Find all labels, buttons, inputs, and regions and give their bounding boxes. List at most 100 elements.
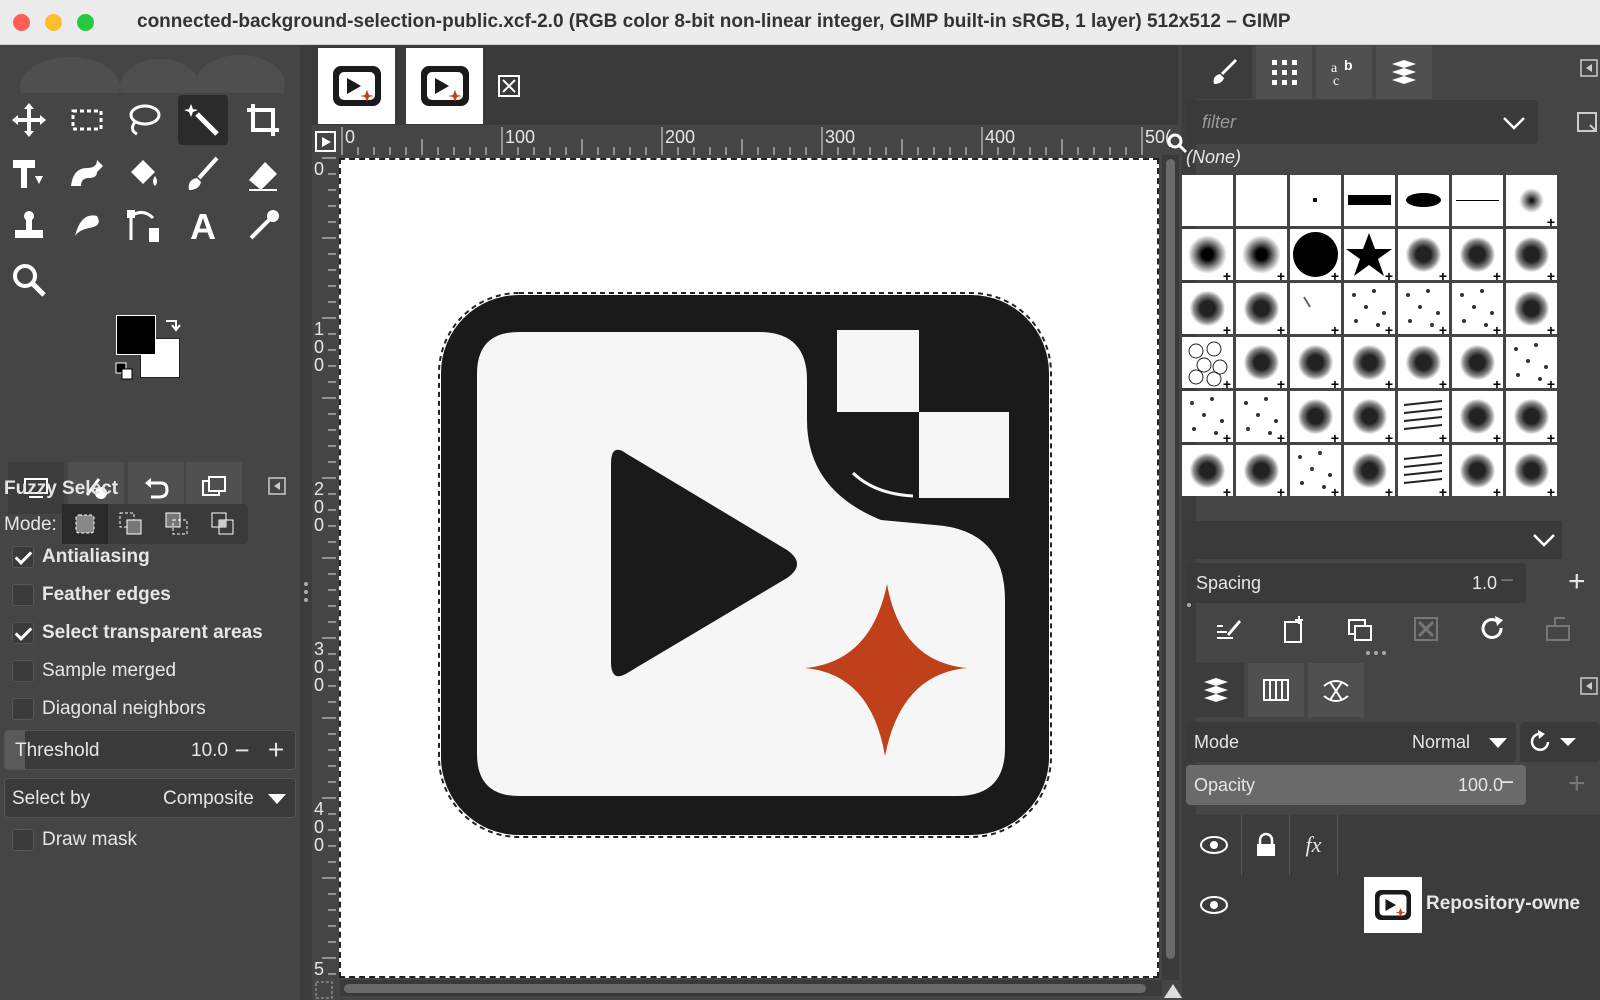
brush-swatch[interactable]: + — [1182, 445, 1233, 496]
brush-swatch[interactable]: + — [1236, 391, 1287, 442]
zoom-tool-icon[interactable] — [4, 255, 54, 305]
tab-brushes[interactable] — [1196, 45, 1252, 99]
edit-brush-icon[interactable] — [1208, 609, 1248, 649]
minimize-window-button[interactable] — [45, 14, 62, 31]
brush-swatch[interactable] — [1236, 175, 1287, 226]
panel-menu-icon[interactable] — [268, 477, 286, 495]
draw-mask-checkbox[interactable] — [12, 829, 34, 851]
mode-intersect-button[interactable] — [200, 504, 246, 544]
foreground-color-swatch[interactable] — [116, 315, 156, 355]
drag-handle-icon[interactable] — [1364, 649, 1388, 657]
select-transparent-checkbox[interactable] — [12, 622, 34, 644]
fuzzy-select-tool-icon[interactable] — [178, 95, 228, 145]
feather-edges-checkbox[interactable] — [12, 584, 34, 606]
swap-colors-icon[interactable] — [162, 315, 184, 335]
layer-visibility-icon[interactable] — [1186, 875, 1242, 935]
rectangle-select-tool-icon[interactable] — [62, 95, 112, 145]
move-tool-icon[interactable] — [4, 95, 54, 145]
select-by-dropdown[interactable]: Select by Composite — [4, 778, 296, 818]
brush-swatch[interactable]: + — [1398, 445, 1449, 496]
diagonal-neighbors-checkbox[interactable] — [12, 698, 34, 720]
crop-tool-icon[interactable] — [238, 95, 288, 145]
tab-patterns[interactable] — [1256, 45, 1312, 99]
zoom-window-button[interactable] — [77, 14, 94, 31]
threshold-spin-scale[interactable]: Threshold 10.0 − + — [4, 730, 296, 770]
image-tab-1[interactable] — [318, 48, 395, 124]
brush-swatch[interactable]: + — [1506, 337, 1557, 388]
brush-swatch[interactable]: + — [1452, 391, 1503, 442]
panel-menu-icon[interactable] — [1580, 677, 1598, 695]
warp-transform-tool-icon[interactable] — [62, 149, 112, 199]
brush-swatch[interactable]: + — [1344, 391, 1395, 442]
brush-swatch[interactable]: + — [1290, 283, 1341, 334]
brush-swatch[interactable]: + — [1182, 337, 1233, 388]
tab-layers[interactable] — [1188, 663, 1244, 717]
mode-replace-button[interactable] — [62, 504, 108, 544]
brush-swatch[interactable]: + — [1290, 337, 1341, 388]
spacing-decrease-icon[interactable]: − — [1500, 567, 1514, 595]
brush-swatch[interactable] — [1398, 175, 1449, 226]
chevron-down-icon[interactable] — [1532, 533, 1556, 547]
brush-swatch[interactable]: + — [1506, 283, 1557, 334]
text-tool-icon[interactable]: A — [178, 201, 228, 251]
brush-swatch[interactable]: + — [1344, 229, 1395, 280]
brush-swatch[interactable]: + — [1290, 391, 1341, 442]
brush-swatch[interactable]: + — [1290, 229, 1341, 280]
close-tab-icon[interactable] — [498, 75, 520, 97]
left-dock-separator[interactable] — [300, 45, 312, 1000]
brush-swatch[interactable] — [1452, 175, 1503, 226]
brush-swatch[interactable]: + — [1506, 391, 1557, 442]
free-select-tool-icon[interactable] — [118, 95, 168, 145]
layer-thumbnail[interactable] — [1364, 877, 1422, 933]
brush-swatch[interactable]: + — [1344, 337, 1395, 388]
brush-swatch[interactable]: + — [1398, 283, 1449, 334]
tab-paths[interactable] — [1308, 663, 1364, 717]
opacity-spin-scale[interactable]: Opacity 100.0 − — [1186, 765, 1526, 805]
mode-subtract-button[interactable] — [154, 504, 200, 544]
tab-document-history[interactable] — [1376, 45, 1432, 99]
refresh-brushes-icon[interactable] — [1472, 609, 1512, 649]
spacing-increase-icon[interactable]: + — [1568, 563, 1586, 601]
unified-transform-tool-icon[interactable] — [4, 149, 54, 199]
brush-swatch[interactable]: + — [1452, 445, 1503, 496]
brush-swatch[interactable] — [1290, 175, 1341, 226]
lock-icon[interactable] — [1242, 815, 1290, 875]
tag-icon[interactable] — [1576, 111, 1600, 133]
brush-swatch[interactable]: + — [1398, 391, 1449, 442]
scroll-up-arrow-icon[interactable] — [1162, 980, 1184, 1000]
brush-filter-input[interactable]: filter — [1186, 100, 1538, 144]
brush-swatch[interactable]: + — [1182, 391, 1233, 442]
eraser-tool-icon[interactable] — [238, 149, 288, 199]
navigate-icon[interactable] — [314, 980, 334, 1000]
spacing-spin-scale[interactable]: Spacing 1.0 − — [1186, 563, 1526, 603]
image-canvas[interactable] — [339, 158, 1159, 978]
new-brush-icon[interactable] — [1274, 609, 1314, 649]
zoom-image-icon[interactable] — [1166, 132, 1188, 154]
layer-row[interactable]: Repository-owne — [1186, 875, 1600, 935]
horizontal-scroll-thumb[interactable] — [344, 984, 1146, 993]
vertical-ruler[interactable]: 0 100 200 300 400 5 — [312, 152, 336, 987]
vertical-scrollbar[interactable] — [1162, 155, 1179, 980]
threshold-increase-icon[interactable]: + — [263, 736, 289, 764]
brush-swatch[interactable]: + — [1452, 337, 1503, 388]
image-tab-2[interactable] — [406, 48, 483, 124]
opacity-increase-icon[interactable]: + — [1568, 765, 1586, 803]
paths-tool-icon[interactable] — [118, 201, 168, 251]
quick-mask-corner-icon[interactable] — [315, 131, 336, 152]
brush-swatch[interactable]: + — [1344, 283, 1395, 334]
default-colors-icon[interactable] — [114, 361, 136, 383]
brush-swatch[interactable]: + — [1182, 283, 1233, 334]
visibility-header-icon[interactable] — [1186, 815, 1242, 875]
brush-swatch[interactable]: + — [1236, 229, 1287, 280]
brush-swatch[interactable]: + — [1398, 337, 1449, 388]
panel-menu-icon[interactable] — [1580, 59, 1598, 77]
open-brush-as-image-icon[interactable] — [1538, 609, 1578, 649]
brush-swatch[interactable]: + — [1236, 337, 1287, 388]
tab-fonts[interactable]: abc — [1316, 45, 1372, 99]
brush-swatch[interactable]: + — [1344, 445, 1395, 496]
brush-swatch[interactable]: + — [1506, 445, 1557, 496]
brush-swatch[interactable] — [1344, 175, 1395, 226]
horizontal-ruler[interactable]: 0 100 200 300 400 50( — [336, 125, 1171, 155]
horizontal-scrollbar[interactable] — [340, 980, 1162, 996]
vertical-scroll-thumb[interactable] — [1166, 159, 1175, 959]
